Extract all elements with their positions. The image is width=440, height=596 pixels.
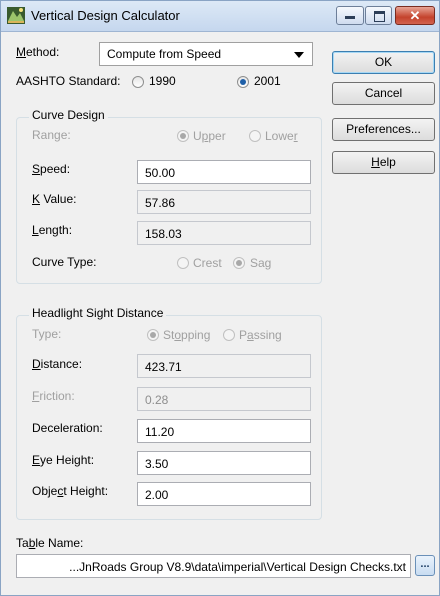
curve-type-sag-radio[interactable] xyxy=(233,257,245,269)
close-button[interactable]: ✕ xyxy=(395,6,435,25)
table-name-label: Table Name: xyxy=(16,536,83,550)
browse-button[interactable]: ... xyxy=(415,555,435,576)
length-label: Length: xyxy=(32,223,72,237)
k-value: 57.86 xyxy=(145,196,176,210)
distance-label-rest: istance: xyxy=(40,357,83,371)
table-name-value: ...JnRoads Group V8.9\data\imperial\Vert… xyxy=(69,560,406,574)
preferences-button[interactable]: Preferences... xyxy=(332,118,435,141)
passing-post: ssing xyxy=(253,328,282,342)
app-icon xyxy=(7,7,25,24)
deceleration-value: 11.20 xyxy=(145,425,175,439)
range-upper-label[interactable]: Upper xyxy=(193,129,226,143)
passing-pre: P xyxy=(239,328,248,342)
deceleration-input[interactable]: 11.20 xyxy=(137,419,311,443)
passing-accel: a xyxy=(247,328,254,342)
eye-height-value: 3.50 xyxy=(145,457,169,471)
headlight-title: Headlight Sight Distance xyxy=(29,306,167,320)
deceleration-label: Deceleration: xyxy=(32,421,103,435)
cancel-button[interactable]: Cancel xyxy=(332,82,435,105)
stopping-pre: St xyxy=(163,328,175,342)
method-label-accel: M xyxy=(16,45,26,59)
close-icon: ✕ xyxy=(409,8,421,23)
curve-type-crest-radio[interactable] xyxy=(177,257,189,269)
range-upper-radio[interactable] xyxy=(177,130,189,142)
table-name-pre: Ta xyxy=(16,536,29,550)
object-height-value: 2.00 xyxy=(145,488,169,502)
distance-value: 423.71 xyxy=(145,360,182,374)
help-accel: H xyxy=(371,155,380,169)
length-field: 158.03 xyxy=(137,221,311,245)
distance-label-accel: D xyxy=(32,357,41,371)
speed-label: Speed: xyxy=(32,162,70,176)
eye-height-label: Eye Height: xyxy=(32,453,94,467)
k-label-rest: Value: xyxy=(40,192,77,206)
chevron-down-icon[interactable] xyxy=(294,52,304,58)
speed-label-rest: peed: xyxy=(40,162,71,176)
object-height-rest: t Height: xyxy=(63,484,109,498)
speed-label-accel: S xyxy=(32,162,41,176)
method-select-value: Compute from Speed xyxy=(107,47,222,61)
type-passing-label[interactable]: Passing xyxy=(239,328,282,342)
type-stopping-label[interactable]: Stopping xyxy=(163,328,210,342)
eye-height-input[interactable]: 3.50 xyxy=(137,451,311,475)
aashto-1990-label[interactable]: 1990 xyxy=(149,74,176,88)
range-upper-post: per xyxy=(208,129,226,143)
length-label-accel: L xyxy=(32,223,39,237)
friction-value: 0.28 xyxy=(145,393,169,407)
curve-type-label: Curve Type: xyxy=(32,255,97,269)
friction-field: 0.28 xyxy=(137,387,311,411)
minimize-button[interactable] xyxy=(336,6,364,25)
friction-label: Friction: xyxy=(32,389,75,403)
speed-input[interactable]: 50.00 xyxy=(137,160,311,184)
k-value-label: K Value: xyxy=(32,192,76,206)
curve-type-crest-label[interactable]: Crest xyxy=(193,256,222,270)
friction-label-rest: riction: xyxy=(39,389,75,403)
type-passing-radio[interactable] xyxy=(223,329,235,341)
object-height-input[interactable]: 2.00 xyxy=(137,482,311,506)
object-height-pre: Obje xyxy=(32,484,58,498)
range-lower-accel: r xyxy=(293,129,298,143)
range-lower-pre: Lowe xyxy=(265,129,294,143)
distance-label: Distance: xyxy=(32,357,82,371)
range-upper-pre: U xyxy=(193,129,202,143)
aashto-2001-label[interactable]: 2001 xyxy=(254,74,281,88)
object-height-label: Object Height: xyxy=(32,484,108,498)
k-label-accel: K xyxy=(32,192,41,206)
ellipsis-icon: ... xyxy=(420,558,430,570)
range-label: Range: xyxy=(32,128,71,142)
method-select[interactable]: Compute from Speed xyxy=(99,42,313,66)
range-lower-radio[interactable] xyxy=(249,130,261,142)
stopping-post: pping xyxy=(181,328,211,342)
ok-button[interactable]: OK xyxy=(332,51,435,74)
aashto-2001-radio[interactable] xyxy=(237,76,249,88)
curve-type-sag-label[interactable]: Sag xyxy=(250,256,271,270)
type-stopping-radio[interactable] xyxy=(147,329,159,341)
title-bar[interactable]: Vertical Design Calculator ✕ xyxy=(1,1,439,32)
minimize-icon xyxy=(345,16,355,19)
eye-height-accel: E xyxy=(32,453,41,467)
table-name-rest: le Name: xyxy=(35,536,84,550)
length-label-rest: ength: xyxy=(38,223,73,237)
vertical-design-calculator-window: Vertical Design Calculator ✕ Method: Com… xyxy=(0,0,440,596)
speed-value: 50.00 xyxy=(145,166,176,180)
k-value-field: 57.86 xyxy=(137,190,311,214)
curve-design-title: Curve Design xyxy=(29,108,108,122)
help-button[interactable]: Help xyxy=(332,151,435,174)
range-lower-label[interactable]: Lower xyxy=(265,129,298,143)
help-rest: elp xyxy=(379,155,396,169)
eye-height-rest: ye Height: xyxy=(40,453,95,467)
maximize-button[interactable] xyxy=(365,6,392,25)
method-label-rest: ethod: xyxy=(26,45,60,59)
distance-field: 423.71 xyxy=(137,354,311,378)
aashto-1990-radio[interactable] xyxy=(132,76,144,88)
maximize-icon xyxy=(374,11,385,22)
window-title: Vertical Design Calculator xyxy=(31,8,180,23)
length-value: 158.03 xyxy=(145,227,182,241)
aashto-standard-label: AASHTO Standard: xyxy=(16,74,121,88)
table-name-input[interactable]: ...JnRoads Group V8.9\data\imperial\Vert… xyxy=(16,554,411,578)
type-label: Type: xyxy=(32,327,62,341)
method-label: Method: xyxy=(16,45,59,59)
